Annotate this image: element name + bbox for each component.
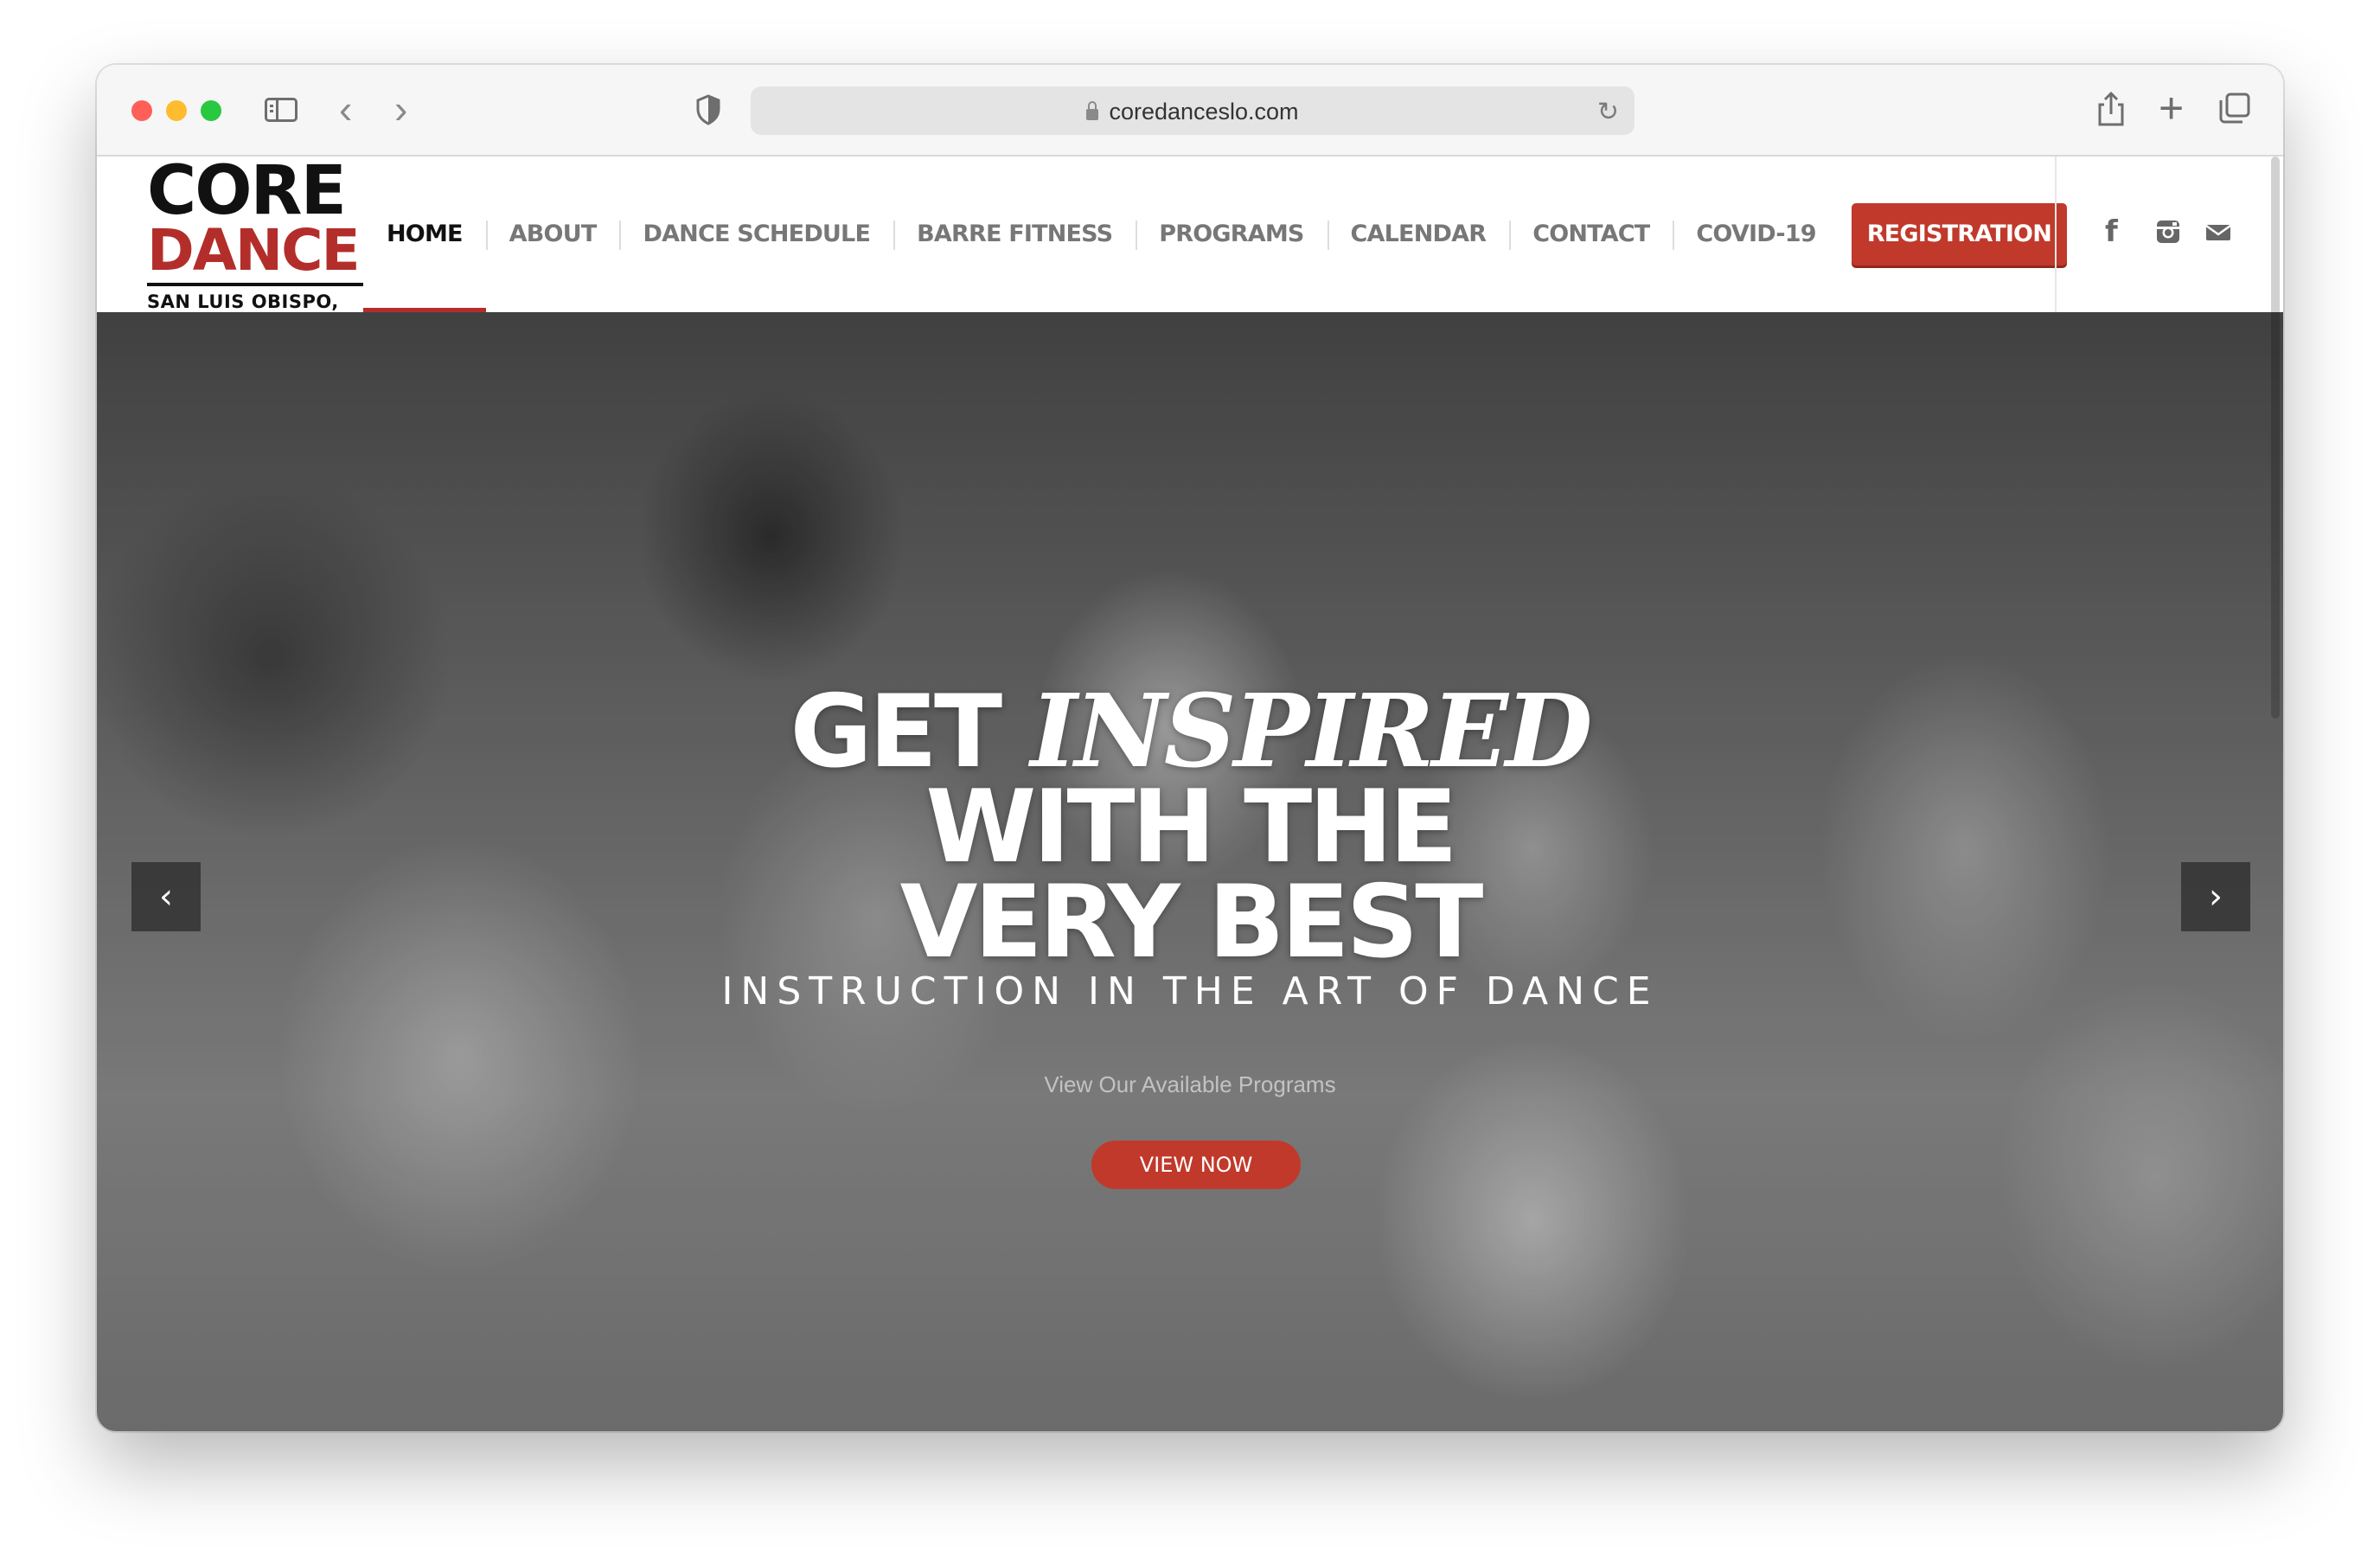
nav-about[interactable]: ABOUT bbox=[485, 157, 620, 312]
email-icon[interactable] bbox=[2205, 219, 2231, 245]
nav-home[interactable]: HOME bbox=[363, 157, 486, 312]
privacy-shield-icon[interactable] bbox=[695, 94, 721, 125]
nav-programs[interactable]: PROGRAMS bbox=[1136, 157, 1327, 312]
core-dance-logo[interactable]: CORE DANCE SAN LUIS OBISPO, CA bbox=[147, 152, 363, 333]
browser-window: ‹ › coredanceslo.com ↻ + CORE DANCE SAN … bbox=[97, 65, 2283, 1431]
address-bar[interactable]: coredanceslo.com ↻ bbox=[751, 86, 1635, 135]
tab-overview-icon[interactable] bbox=[2219, 93, 2250, 124]
url-text: coredanceslo.com bbox=[1109, 99, 1299, 125]
page-scrollbar[interactable] bbox=[2271, 157, 2280, 719]
reload-icon[interactable]: ↻ bbox=[1597, 97, 1619, 127]
close-window-button[interactable] bbox=[131, 100, 152, 121]
view-now-button[interactable]: VIEW NOW bbox=[1091, 1141, 1301, 1189]
nav-calendar[interactable]: CALENDAR bbox=[1327, 157, 1510, 312]
registration-button[interactable]: REGISTRATION bbox=[1851, 203, 2068, 265]
site-header: CORE DANCE SAN LUIS OBISPO, CA HOME ABOU… bbox=[97, 157, 2269, 333]
nav-contact[interactable]: CONTACT bbox=[1509, 157, 1673, 312]
forward-arrow-icon[interactable]: › bbox=[394, 87, 407, 131]
social-links: f bbox=[2055, 157, 2269, 312]
hero-cta-text: View Our Available Programs bbox=[1044, 1071, 1336, 1097]
instagram-icon[interactable] bbox=[2155, 219, 2181, 245]
logo-dance-text: DANCE bbox=[147, 222, 363, 286]
minimize-window-button[interactable] bbox=[166, 100, 187, 121]
zoom-window-button[interactable] bbox=[201, 100, 221, 121]
back-arrow-icon[interactable]: ‹ bbox=[339, 87, 352, 131]
browser-toolbar: ‹ › coredanceslo.com ↻ + bbox=[97, 65, 2283, 157]
share-icon[interactable] bbox=[2096, 91, 2126, 127]
hero-subheading: INSTRUCTION IN THE ART OF DANCE bbox=[721, 969, 1659, 1013]
lock-icon bbox=[1086, 101, 1099, 120]
headline-line-2: WITH THE bbox=[925, 769, 1457, 885]
hero-slider: ‹ › GET INSPIRED WITH THE VERY BEST INST… bbox=[97, 312, 2283, 1431]
logo-core-text: CORE bbox=[147, 152, 347, 230]
hero-headline: GET INSPIRED WITH THE VERY BEST bbox=[97, 681, 2283, 981]
new-tab-icon[interactable]: + bbox=[2159, 84, 2184, 132]
headline-line-3: VERY BEST bbox=[899, 864, 1484, 981]
nav-barre-fitness[interactable]: BARRE FITNESS bbox=[893, 157, 1136, 312]
nav-dance-schedule[interactable]: DANCE SCHEDULE bbox=[619, 157, 893, 312]
nav-covid-19[interactable]: COVID-19 bbox=[1673, 157, 1839, 312]
sidebar-toggle-icon[interactable] bbox=[265, 98, 298, 122]
facebook-icon[interactable]: f bbox=[2105, 217, 2131, 246]
main-navigation: HOME ABOUT DANCE SCHEDULE BARRE FITNESS … bbox=[363, 157, 2068, 312]
